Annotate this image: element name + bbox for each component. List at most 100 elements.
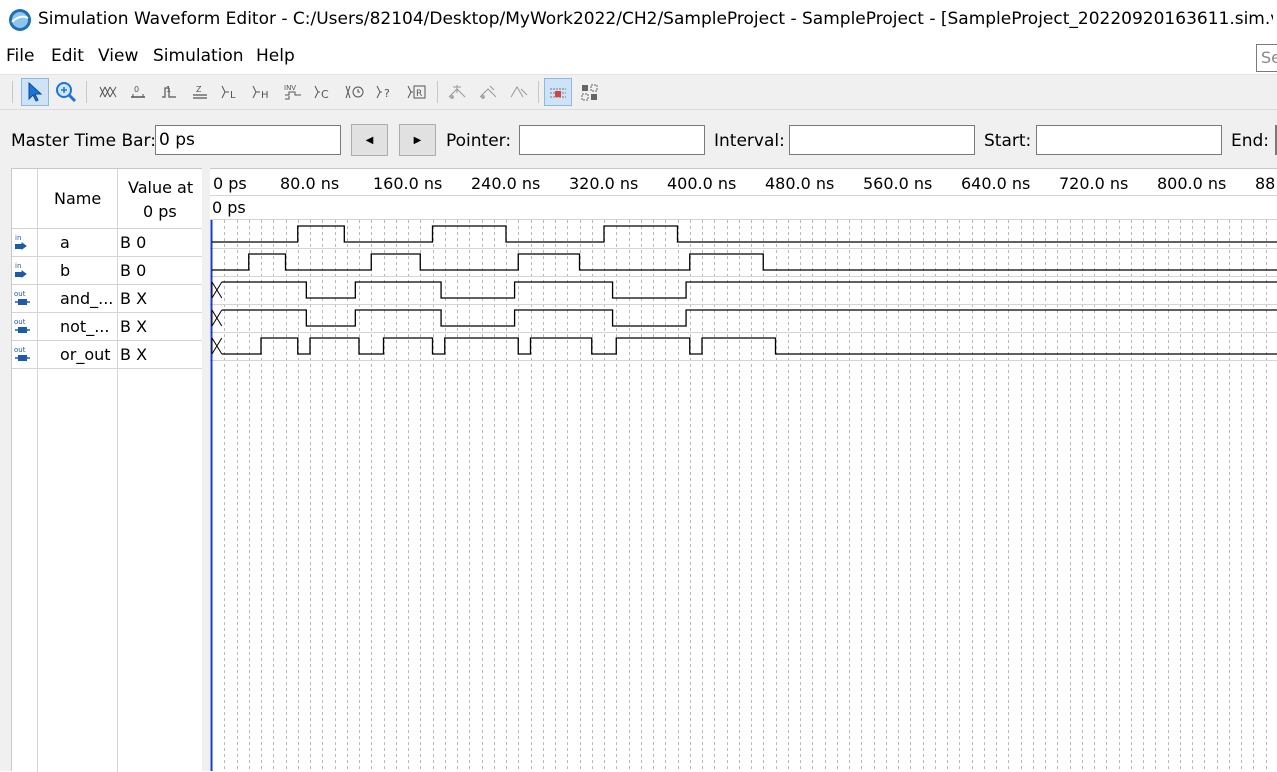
cursor-ruler: 0 ps	[210, 196, 1277, 220]
waveform-b[interactable]	[212, 253, 1277, 271]
left-gutter	[0, 168, 11, 771]
value-column-header-line2[interactable]: 0 ps	[143, 202, 177, 221]
menu-view[interactable]: View	[98, 46, 138, 66]
weak-high-button[interactable]: H	[248, 78, 276, 106]
toolbar-separator	[538, 81, 539, 103]
time-tick: 400.0 ns	[667, 174, 737, 193]
next-transition-button[interactable]: ▶	[399, 124, 436, 156]
master-time-bar-label: Master Time Bar:	[11, 131, 156, 151]
signal-name: a	[60, 233, 70, 252]
high-impedance-button[interactable]: Z	[186, 78, 214, 106]
forcing-low-icon: 0	[131, 85, 145, 98]
unknown-segment	[211, 309, 223, 327]
time-tick: 320.0 ns	[569, 174, 639, 193]
edit-waveform-icon	[510, 86, 528, 98]
triangle-right-icon: ▶	[413, 134, 422, 146]
group-icon	[448, 85, 466, 99]
signal-name: or_out	[60, 345, 111, 364]
toolbar: 0 1 Z L H INV C ? R	[0, 74, 1277, 110]
title-bar: Simulation Waveform Editor - C:/Users/82…	[0, 0, 1277, 40]
unknown-segment	[211, 337, 223, 355]
count-value-button[interactable]: C	[310, 78, 338, 106]
zoom-tool-button[interactable]	[52, 78, 80, 106]
waveform-panel[interactable]: 0 ps 80.0 ns 160.0 ns 240.0 ns 320.0 ns …	[210, 168, 1277, 771]
toolbar-separator	[86, 81, 87, 103]
signal-value: B X	[120, 317, 148, 336]
weak-high-icon: H	[252, 85, 269, 100]
pointer-field[interactable]	[519, 125, 705, 155]
output-pin-icon: out	[14, 290, 30, 305]
time-ruler[interactable]: 0 ps 80.0 ns 160.0 ns 240.0 ns 320.0 ns …	[210, 169, 1277, 196]
time-tick: 720.0 ns	[1059, 174, 1129, 193]
table-row[interactable]: in b B 0	[12, 257, 202, 285]
signal-value: B X	[120, 289, 148, 308]
waveform-or[interactable]	[221, 337, 1277, 355]
search-input[interactable]: Se	[1256, 44, 1277, 72]
menu-help[interactable]: Help	[256, 46, 295, 66]
weak-low-button[interactable]: L	[217, 78, 245, 106]
snap-to-grid-icon	[550, 88, 566, 98]
input-pin-icon: in	[15, 234, 27, 250]
svg-text:H: H	[261, 90, 269, 100]
count-value-icon: C	[314, 85, 329, 100]
value-column-header-line1[interactable]: Value at	[128, 178, 193, 197]
svg-text:L: L	[230, 90, 236, 100]
previous-transition-button[interactable]: ◀	[351, 124, 388, 156]
signal-name: b	[60, 261, 71, 280]
time-tick: 640.0 ns	[961, 174, 1031, 193]
menu-file[interactable]: File	[6, 46, 34, 66]
high-impedance-icon: Z	[193, 85, 207, 99]
clock-button[interactable]	[341, 78, 369, 106]
master-time-bar-marker: 0 ps	[212, 198, 246, 217]
waveform-not[interactable]	[221, 309, 1277, 327]
svg-text:out: out	[14, 346, 26, 354]
forcing-low-button[interactable]: 0	[124, 78, 152, 106]
toolbar-separator	[12, 81, 13, 103]
waveform-canvas[interactable]	[210, 220, 1277, 771]
app-icon	[9, 9, 31, 31]
menu-edit[interactable]: Edit	[51, 46, 84, 66]
clock-icon	[345, 85, 364, 99]
table-header: Name Value at 0 ps	[12, 169, 202, 229]
forcing-high-button[interactable]: 1	[155, 78, 183, 106]
grid-view-button[interactable]	[576, 78, 604, 106]
table-row[interactable]: out or_out B X	[12, 341, 202, 369]
panel-splitter[interactable]	[202, 168, 210, 771]
interval-field[interactable]	[789, 125, 975, 155]
ungroup-button[interactable]	[474, 78, 502, 106]
svg-text:out: out	[14, 290, 26, 298]
group-button[interactable]	[443, 78, 471, 106]
waveform-settings-button[interactable]	[505, 78, 533, 106]
menu-simulation[interactable]: Simulation	[153, 46, 244, 66]
invert-button[interactable]: INV	[279, 78, 307, 106]
name-column-header[interactable]: Name	[54, 189, 101, 208]
time-tick: 240.0 ns	[471, 174, 541, 193]
arbitrary-value-button[interactable]: R	[403, 78, 431, 106]
pointer-label: Pointer:	[446, 131, 512, 151]
master-time-bar-field[interactable]: 0 ps	[155, 125, 341, 155]
table-row[interactable]: in a B 0	[12, 229, 202, 257]
svg-text:INV: INV	[284, 84, 296, 92]
arrow-cursor-icon	[28, 82, 43, 102]
start-field[interactable]	[1036, 125, 1222, 155]
forcing-unknown-button[interactable]	[94, 78, 122, 106]
time-tick: 480.0 ns	[765, 174, 835, 193]
time-tick: 80.0 ns	[280, 174, 340, 193]
snap-to-grid-button[interactable]	[544, 78, 572, 106]
time-bar-row: Master Time Bar: 0 ps ◀ ▶ Pointer: Inter…	[0, 110, 1277, 168]
svg-text:0: 0	[134, 85, 139, 94]
grid-view-icon	[581, 84, 598, 101]
signal-name: and_...	[60, 289, 114, 308]
selection-tool-button[interactable]	[21, 78, 49, 106]
signal-value: B 0	[120, 261, 147, 280]
forcing-unknown-icon	[99, 86, 117, 98]
zoom-icon	[56, 82, 77, 103]
table-row[interactable]: out not_... B X	[12, 313, 202, 341]
random-value-button[interactable]: ?	[372, 78, 400, 106]
table-row[interactable]: out and_... B X	[12, 285, 202, 313]
output-pin-icon: out	[14, 346, 30, 361]
waveform-and[interactable]	[221, 281, 1277, 299]
svg-text:in: in	[15, 234, 21, 242]
forcing-high-icon: 1	[162, 85, 176, 98]
window-title: Simulation Waveform Editor - C:/Users/82…	[38, 9, 1273, 29]
